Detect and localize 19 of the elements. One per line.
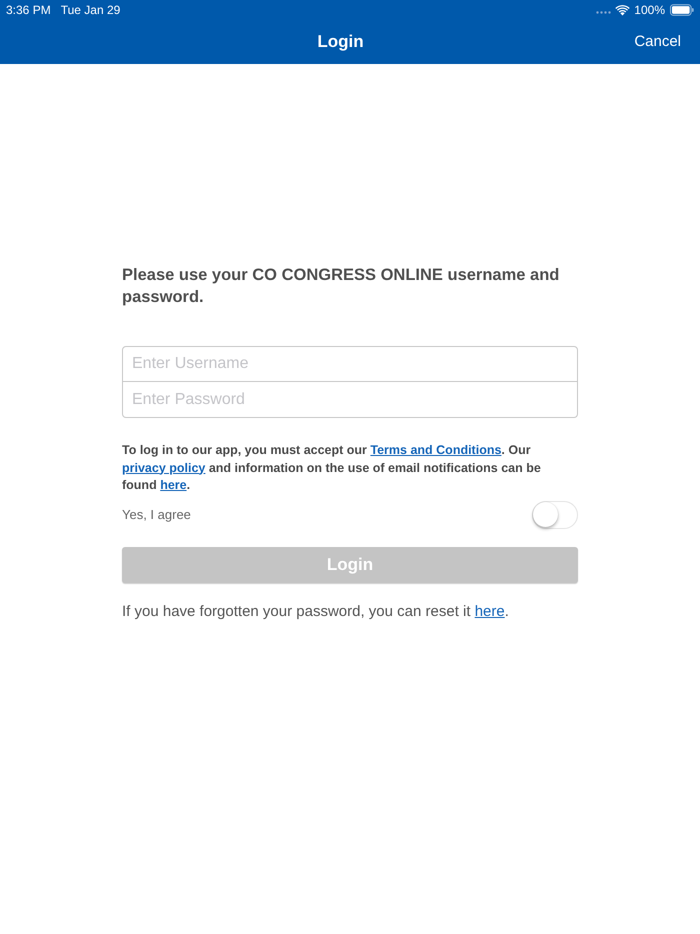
link[interactable]: Terms and Conditions xyxy=(370,443,502,457)
reset-password-text: If you have forgotten your password, you can reset it here. xyxy=(122,602,510,622)
battery-percent: 100% xyxy=(634,3,665,17)
input-field[interactable]: Enter Password xyxy=(122,382,578,418)
input-field[interactable]: Enter Username xyxy=(122,346,578,382)
agree-toggle[interactable] xyxy=(532,500,578,528)
screen-title: Login xyxy=(317,31,364,53)
link[interactable]: here xyxy=(160,478,187,492)
status-date: Tue Jan 29 xyxy=(60,3,120,17)
cancel-button[interactable]: Cancel xyxy=(634,32,682,52)
agree-label: Yes, I agree xyxy=(122,506,191,522)
link[interactable]: privacy policy xyxy=(122,460,206,474)
battery-icon xyxy=(670,4,694,16)
signal-dots-icon xyxy=(596,10,612,14)
instruction-text: Please use your CO CONGRESS ONLINE username and password. xyxy=(122,265,560,308)
status-time: 3:36 PM xyxy=(6,3,51,17)
link[interactable]: here xyxy=(474,602,505,620)
wifi-icon xyxy=(615,4,630,16)
consent-text: To log in to our app, you must accept our Terms and Conditions. Our privacy policy and information on the use of email notifications can be found here. xyxy=(122,442,542,494)
